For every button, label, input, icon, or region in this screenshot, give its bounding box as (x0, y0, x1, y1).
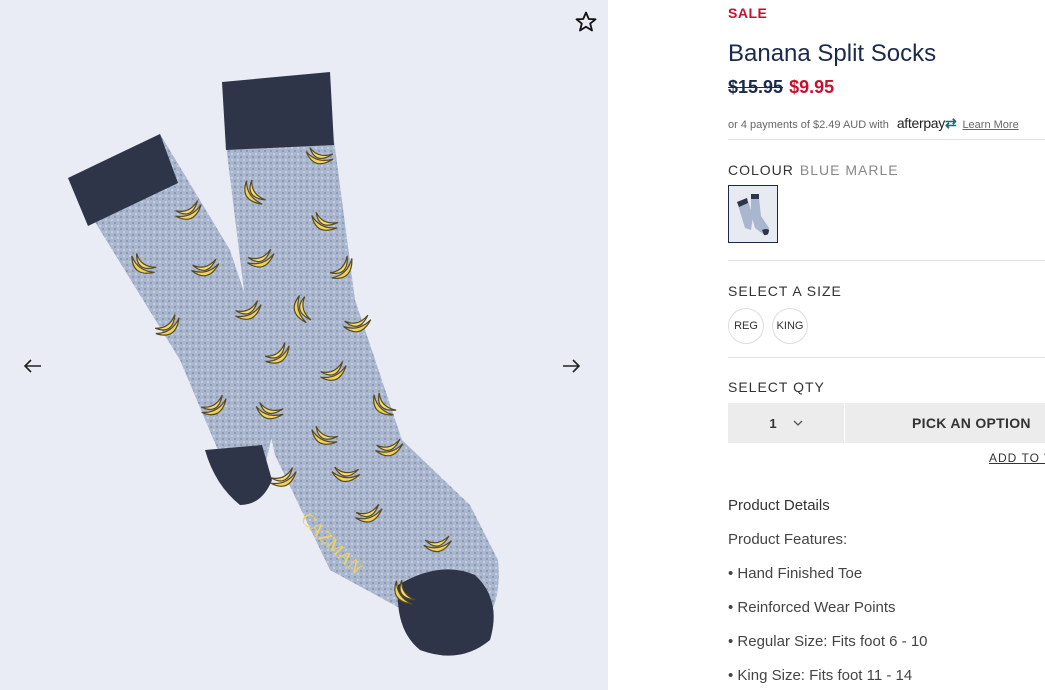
product-details-line: • King Size: Fits foot 11 - 14 (728, 667, 913, 684)
size-option-reg[interactable]: REG (728, 308, 764, 344)
product-details-heading: Product Details (728, 497, 830, 514)
sock-right (226, 140, 499, 632)
previous-image-arrow-icon[interactable] (21, 354, 45, 378)
afterpay-arrows-icon: ⇄ (945, 115, 957, 131)
favorite-star-icon[interactable] (574, 10, 598, 34)
afterpay-text: or 4 payments of $2.49 AUD with (728, 119, 889, 131)
product-details-line: • Regular Size: Fits foot 6 - 10 (728, 633, 928, 650)
chevron-down-icon (793, 416, 803, 431)
divider (728, 357, 1045, 358)
quantity-value: 1 (769, 415, 777, 431)
divider (728, 260, 1045, 261)
qty-label: SELECT QTY (728, 379, 825, 395)
product-info-panel: SALE Banana Split Socks $15.95 $9.95 or 4… (728, 0, 1045, 690)
afterpay-learn-more-link[interactable]: Learn More (962, 119, 1018, 131)
product-image: CAZMAN (68, 72, 499, 656)
size-option-king[interactable]: KING (772, 308, 808, 344)
product-title: Banana Split Socks (728, 40, 937, 67)
product-image-gallery: CAZMAN (0, 0, 608, 690)
colour-value: BLUE MARLE (799, 162, 899, 178)
product-details-line: • Reinforced Wear Points (728, 599, 896, 616)
divider (728, 139, 1045, 140)
product-details-line: • Hand Finished Toe (728, 565, 863, 582)
original-price: $15.95 (728, 77, 784, 97)
quantity-select[interactable]: 1 (728, 403, 844, 443)
pick-an-option-button[interactable]: PICK AN OPTION (845, 403, 1045, 443)
price-block: $15.95 $9.95 (728, 77, 834, 98)
add-to-wishlist-link[interactable]: ADD TO WISHLIST (989, 451, 1045, 465)
colour-swatch-blue-marle[interactable] (728, 185, 778, 243)
sale-price: $9.95 (789, 77, 835, 97)
sale-badge: SALE (728, 5, 768, 21)
afterpay-logo: afterpay⇄ (896, 115, 957, 131)
product-details-line: Product Features: (728, 531, 848, 548)
size-options: REG KING (728, 308, 808, 344)
colour-label: COLOUR BLUE MARLE (728, 162, 899, 178)
size-label: SELECT A SIZE (728, 283, 842, 299)
afterpay-note: or 4 payments of $2.49 AUD with afterpay⇄… (728, 115, 1019, 132)
next-image-arrow-icon[interactable] (559, 354, 583, 378)
